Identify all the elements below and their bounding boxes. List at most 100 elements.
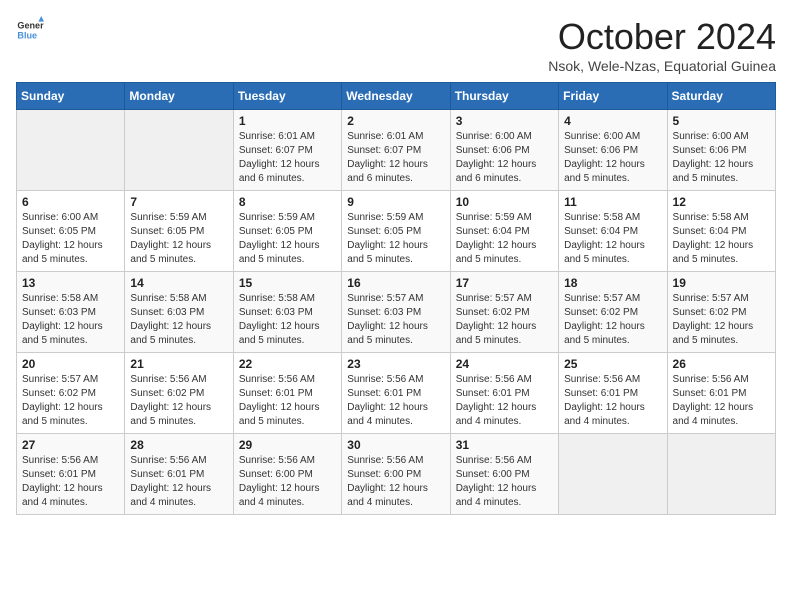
day-number: 6 — [22, 195, 119, 209]
calendar-cell: 19 Sunrise: 5:57 AM Sunset: 6:02 PM Dayli… — [667, 272, 775, 353]
day-number: 18 — [564, 276, 661, 290]
calendar-cell: 15 Sunrise: 5:58 AM Sunset: 6:03 PM Dayli… — [233, 272, 341, 353]
day-number: 30 — [347, 438, 444, 452]
calendar-cell: 27 Sunrise: 5:56 AM Sunset: 6:01 PM Dayli… — [17, 434, 125, 515]
calendar-cell: 3 Sunrise: 6:00 AM Sunset: 6:06 PM Daylig… — [450, 110, 558, 191]
calendar-cell: 11Sunrise: 5:58 AM Sunset: 6:04 PM Dayli… — [559, 191, 667, 272]
calendar-cell: 28 Sunrise: 5:56 AM Sunset: 6:01 PM Dayli… — [125, 434, 233, 515]
cell-info: Sunrise: 5:59 AM Sunset: 6:04 PM Dayligh… — [456, 211, 553, 267]
day-number: 2 — [347, 114, 444, 128]
calendar-cell: 16Sunrise: 5:57 AM Sunset: 6:03 PM Dayli… — [342, 272, 450, 353]
calendar-cell: 29 Sunrise: 5:56 AM Sunset: 6:00 PM Dayli… — [233, 434, 341, 515]
calendar-cell: 4Sunrise: 6:00 AM Sunset: 6:06 PM Daylig… — [559, 110, 667, 191]
day-number: 26 — [673, 357, 770, 371]
cell-info: Sunrise: 5:56 AM Sunset: 6:00 PM Dayligh… — [347, 454, 444, 510]
logo: General Blue — [16, 16, 44, 44]
month-title: October 2024 — [548, 16, 776, 58]
cell-info: Sunrise: 5:57 AM Sunset: 6:02 PM Dayligh… — [564, 292, 661, 348]
day-number: 21 — [130, 357, 227, 371]
header-row: SundayMondayTuesdayWednesdayThursdayFrid… — [17, 83, 776, 110]
day-number: 23 — [347, 357, 444, 371]
day-number: 14 — [130, 276, 227, 290]
cell-info: Sunrise: 5:56 AM Sunset: 6:01 PM Dayligh… — [456, 373, 553, 429]
cell-info: Sunrise: 6:01 AM Sunset: 6:07 PM Dayligh… — [239, 130, 336, 186]
calendar-cell: 6Sunrise: 6:00 AM Sunset: 6:05 PM Daylig… — [17, 191, 125, 272]
cell-info: Sunrise: 5:56 AM Sunset: 6:02 PM Dayligh… — [130, 373, 227, 429]
cell-info: Sunrise: 5:58 AM Sunset: 6:03 PM Dayligh… — [130, 292, 227, 348]
calendar-cell: 30 Sunrise: 5:56 AM Sunset: 6:00 PM Dayli… — [342, 434, 450, 515]
cell-info: Sunrise: 5:59 AM Sunset: 6:05 PM Dayligh… — [239, 211, 336, 267]
cell-info: Sunrise: 5:56 AM Sunset: 6:01 PM Dayligh… — [564, 373, 661, 429]
cell-info: Sunrise: 5:57 AM Sunset: 6:03 PM Dayligh… — [347, 292, 444, 348]
cell-info: Sunrise: 5:59 AM Sunset: 6:05 PM Dayligh… — [130, 211, 227, 267]
cell-info: Sunrise: 5:58 AM Sunset: 6:03 PM Dayligh… — [239, 292, 336, 348]
day-number: 20 — [22, 357, 119, 371]
header-cell-sunday: Sunday — [17, 83, 125, 110]
cell-info: Sunrise: 6:01 AM Sunset: 6:07 PM Dayligh… — [347, 130, 444, 186]
calendar-cell: 18 Sunrise: 5:57 AM Sunset: 6:02 PM Dayli… — [559, 272, 667, 353]
day-number: 3 — [456, 114, 553, 128]
day-number: 15 — [239, 276, 336, 290]
calendar-cell — [125, 110, 233, 191]
calendar-cell: 2 Sunrise: 6:01 AM Sunset: 6:07 PM Daylig… — [342, 110, 450, 191]
header-cell-monday: Monday — [125, 83, 233, 110]
calendar-cell: 21 Sunrise: 5:56 AM Sunset: 6:02 PM Dayli… — [125, 353, 233, 434]
day-number: 22 — [239, 357, 336, 371]
location-subtitle: Nsok, Wele-Nzas, Equatorial Guinea — [548, 58, 776, 74]
calendar-cell — [17, 110, 125, 191]
header-cell-wednesday: Wednesday — [342, 83, 450, 110]
svg-text:Blue: Blue — [17, 30, 37, 40]
cell-info: Sunrise: 5:56 AM Sunset: 6:01 PM Dayligh… — [673, 373, 770, 429]
week-row-5: 27 Sunrise: 5:56 AM Sunset: 6:01 PM Dayli… — [17, 434, 776, 515]
day-number: 31 — [456, 438, 553, 452]
svg-text:General: General — [17, 21, 44, 31]
day-number: 1 — [239, 114, 336, 128]
calendar-cell: 17 Sunrise: 5:57 AM Sunset: 6:02 PM Dayli… — [450, 272, 558, 353]
day-number: 17 — [456, 276, 553, 290]
day-number: 29 — [239, 438, 336, 452]
calendar-cell: 24Sunrise: 5:56 AM Sunset: 6:01 PM Dayli… — [450, 353, 558, 434]
day-number: 27 — [22, 438, 119, 452]
calendar-cell: 13Sunrise: 5:58 AM Sunset: 6:03 PM Dayli… — [17, 272, 125, 353]
cell-info: Sunrise: 5:57 AM Sunset: 6:02 PM Dayligh… — [22, 373, 119, 429]
cell-info: Sunrise: 5:57 AM Sunset: 6:02 PM Dayligh… — [456, 292, 553, 348]
logo-icon: General Blue — [16, 16, 44, 44]
day-number: 19 — [673, 276, 770, 290]
cell-info: Sunrise: 5:56 AM Sunset: 6:01 PM Dayligh… — [22, 454, 119, 510]
calendar-table: SundayMondayTuesdayWednesdayThursdayFrid… — [16, 82, 776, 515]
cell-info: Sunrise: 6:00 AM Sunset: 6:06 PM Dayligh… — [456, 130, 553, 186]
day-number: 5 — [673, 114, 770, 128]
calendar-cell: 9 Sunrise: 5:59 AM Sunset: 6:05 PM Daylig… — [342, 191, 450, 272]
day-number: 28 — [130, 438, 227, 452]
week-row-3: 13 Sunrise: 5:58 AM Sunset: 6:03 PM Dayli… — [17, 272, 776, 353]
calendar-cell: 20 Sunrise: 5:57 AM Sunset: 6:02 PM Dayli… — [17, 353, 125, 434]
cell-info: Sunrise: 5:56 AM Sunset: 6:00 PM Dayligh… — [239, 454, 336, 510]
calendar-cell — [559, 434, 667, 515]
calendar-cell: 1 Sunrise: 6:01 AM Sunset: 6:07 PM Daylig… — [233, 110, 341, 191]
day-number: 11 — [564, 195, 661, 209]
header-cell-friday: Friday — [559, 83, 667, 110]
day-number: 13 — [22, 276, 119, 290]
week-row-1: 1 Sunrise: 6:01 AM Sunset: 6:07 PM Daylig… — [17, 110, 776, 191]
day-number: 9 — [347, 195, 444, 209]
cell-info: Sunrise: 6:00 AM Sunset: 6:06 PM Dayligh… — [673, 130, 770, 186]
calendar-cell: 22Sunrise: 5:56 AM Sunset: 6:01 PM Dayli… — [233, 353, 341, 434]
cell-info: Sunrise: 6:00 AM Sunset: 6:06 PM Dayligh… — [564, 130, 661, 186]
calendar-cell: 12Sunrise: 5:58 AM Sunset: 6:04 PM Dayli… — [667, 191, 775, 272]
cell-info: Sunrise: 5:58 AM Sunset: 6:04 PM Dayligh… — [673, 211, 770, 267]
page-header: General Blue October 2024 Nsok, Wele-Nza… — [16, 16, 776, 74]
calendar-cell: 25Sunrise: 5:56 AM Sunset: 6:01 PM Dayli… — [559, 353, 667, 434]
cell-info: Sunrise: 5:56 AM Sunset: 6:01 PM Dayligh… — [130, 454, 227, 510]
day-number: 10 — [456, 195, 553, 209]
day-number: 8 — [239, 195, 336, 209]
calendar-cell: 10 Sunrise: 5:59 AM Sunset: 6:04 PM Dayli… — [450, 191, 558, 272]
cell-info: Sunrise: 5:56 AM Sunset: 6:00 PM Dayligh… — [456, 454, 553, 510]
cell-info: Sunrise: 5:59 AM Sunset: 6:05 PM Dayligh… — [347, 211, 444, 267]
title-block: October 2024 Nsok, Wele-Nzas, Equatorial… — [548, 16, 776, 74]
cell-info: Sunrise: 5:57 AM Sunset: 6:02 PM Dayligh… — [673, 292, 770, 348]
calendar-cell: 31 Sunrise: 5:56 AM Sunset: 6:00 PM Dayli… — [450, 434, 558, 515]
calendar-cell — [667, 434, 775, 515]
calendar-cell: 23 Sunrise: 5:56 AM Sunset: 6:01 PM Dayli… — [342, 353, 450, 434]
cell-info: Sunrise: 5:56 AM Sunset: 6:01 PM Dayligh… — [347, 373, 444, 429]
calendar-cell: 8 Sunrise: 5:59 AM Sunset: 6:05 PM Daylig… — [233, 191, 341, 272]
